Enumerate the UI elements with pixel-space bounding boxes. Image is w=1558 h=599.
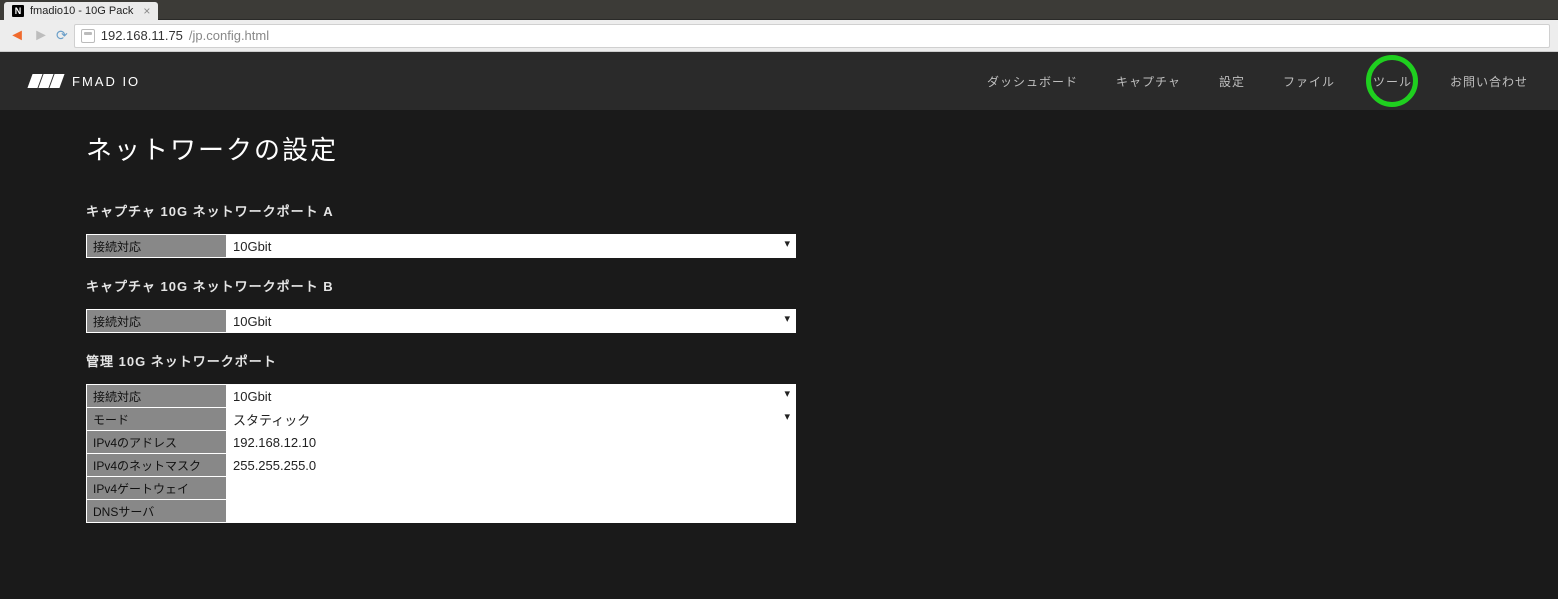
tabstrip-background <box>158 0 1558 20</box>
nav-capture[interactable]: キャプチャ <box>1116 73 1181 90</box>
tab-favicon: N <box>12 5 24 17</box>
logo[interactable]: FMAD IO <box>30 74 140 89</box>
port-a-link-select[interactable]: 10Gbit <box>227 235 795 257</box>
mgmt-dns-label: DNSサーバ <box>87 500 227 523</box>
logo-icon <box>30 74 62 88</box>
mgmt-link-select[interactable]: 10Gbit <box>227 385 795 407</box>
main-nav: ダッシュボード キャプチャ 設定 ファイル ツール お問い合わせ <box>987 73 1528 90</box>
port-a-table: 接続対応 10Gbit <box>86 234 796 258</box>
mgmt-ipv4addr-input[interactable]: 192.168.12.10 <box>227 431 795 453</box>
browser-tabstrip: N fmadio10 - 10G Pack × <box>0 0 1558 20</box>
nav-tools[interactable]: ツール <box>1373 73 1412 90</box>
page-title: ネットワークの設定 <box>86 130 1472 167</box>
nav-tools-label: ツール <box>1373 75 1412 89</box>
mgmt-ipv4mask-label: IPv4のネットマスク <box>87 454 227 477</box>
port-a-link-label: 接続対応 <box>87 235 227 258</box>
mgmt-ipv4addr-label: IPv4のアドレス <box>87 431 227 454</box>
site-header: FMAD IO ダッシュボード キャプチャ 設定 ファイル ツール お問い合わせ <box>0 52 1558 110</box>
port-b-link-label: 接続対応 <box>87 310 227 333</box>
browser-tab[interactable]: N fmadio10 - 10G Pack × <box>4 2 158 20</box>
mgmt-ipv4gw-label: IPv4ゲートウェイ <box>87 477 227 500</box>
mgmt-heading: 管理 10G ネットワークポート <box>86 351 1472 370</box>
mgmt-ipv4gw-input[interactable] <box>227 477 795 499</box>
nav-contact[interactable]: お問い合わせ <box>1450 73 1528 90</box>
nav-file[interactable]: ファイル <box>1283 73 1335 90</box>
mgmt-table: 接続対応 10Gbit モード スタティック IPv4のアドレス 192.168… <box>86 384 796 523</box>
mgmt-mode-label: モード <box>87 408 227 431</box>
forward-button[interactable]: ► <box>32 27 50 45</box>
address-bar[interactable]: 192.168.11.75/jp.config.html <box>74 24 1550 48</box>
nav-dashboard[interactable]: ダッシュボード <box>987 73 1078 90</box>
back-button[interactable]: ◄ <box>8 27 26 45</box>
port-b-link-select[interactable]: 10Gbit <box>227 310 795 332</box>
browser-toolbar: ◄ ► ⟳ 192.168.11.75/jp.config.html <box>0 20 1558 52</box>
port-b-heading: キャプチャ 10G ネットワークポート B <box>86 276 1472 295</box>
logo-text: FMAD IO <box>72 74 140 89</box>
port-b-table: 接続対応 10Gbit <box>86 309 796 333</box>
mgmt-ipv4mask-input[interactable]: 255.255.255.0 <box>227 454 795 476</box>
content: ネットワークの設定 キャプチャ 10G ネットワークポート A 接続対応 10G… <box>0 110 1558 543</box>
tab-title: fmadio10 - 10G Pack <box>30 5 133 17</box>
url-path: /jp.config.html <box>189 28 269 43</box>
page-root: FMAD IO ダッシュボード キャプチャ 設定 ファイル ツール お問い合わせ… <box>0 52 1558 599</box>
url-host: 192.168.11.75 <box>101 28 183 43</box>
nav-settings[interactable]: 設定 <box>1219 73 1245 90</box>
port-a-heading: キャプチャ 10G ネットワークポート A <box>86 201 1472 220</box>
mgmt-dns-input[interactable] <box>227 500 795 522</box>
reload-button[interactable]: ⟳ <box>56 27 68 44</box>
mgmt-link-label: 接続対応 <box>87 385 227 408</box>
mgmt-mode-select[interactable]: スタティック <box>227 408 795 430</box>
site-info-icon[interactable] <box>81 29 95 43</box>
tab-close-icon[interactable]: × <box>143 4 150 18</box>
